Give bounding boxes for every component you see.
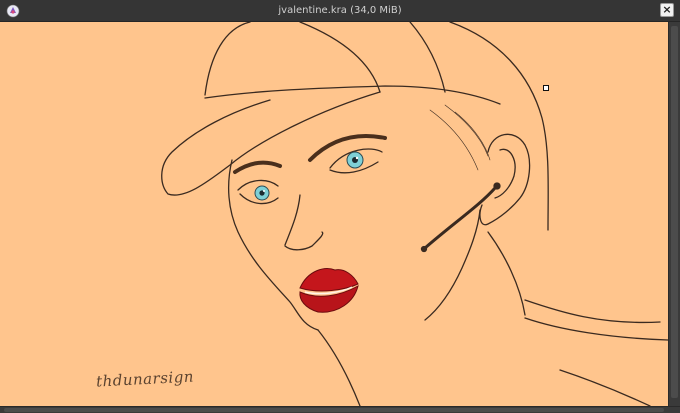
- vertical-scroll-thumb[interactable]: [671, 26, 678, 398]
- ear-inner: [494, 148, 516, 199]
- window-titlebar: jvalentine.kra (34,0 MiB) ×: [0, 0, 680, 22]
- drawing-canvas[interactable]: thdunarsign: [0, 22, 668, 406]
- hair-back: [524, 299, 661, 324]
- horizontal-scroll-thumb[interactable]: [4, 408, 664, 412]
- shoulder: [524, 317, 668, 341]
- cursor-marker: [543, 85, 549, 91]
- neck-line: [317, 329, 361, 406]
- cap-visor: [161, 91, 381, 196]
- cap-crown-right: [449, 22, 549, 231]
- nose-bridge: [284, 194, 301, 246]
- vertical-scrollbar[interactable]: [668, 22, 680, 406]
- ear-outline: [479, 133, 531, 226]
- cap-seam: [299, 22, 381, 93]
- neck-right: [487, 231, 526, 316]
- horizontal-scrollbar[interactable]: [0, 406, 680, 413]
- cap-crown: [204, 22, 251, 96]
- cap-seam-2: [409, 22, 446, 93]
- nose-tip: [284, 231, 324, 251]
- eyebrow-left: [233, 160, 282, 174]
- close-button[interactable]: ×: [660, 3, 674, 17]
- line-art-drawing: [161, 22, 668, 406]
- earpiece: [493, 182, 501, 190]
- window-title: jvalentine.kra (34,0 MiB): [278, 5, 402, 16]
- hair-lower: [559, 369, 651, 406]
- mic-boom: [423, 186, 497, 250]
- mic-tip: [420, 245, 428, 253]
